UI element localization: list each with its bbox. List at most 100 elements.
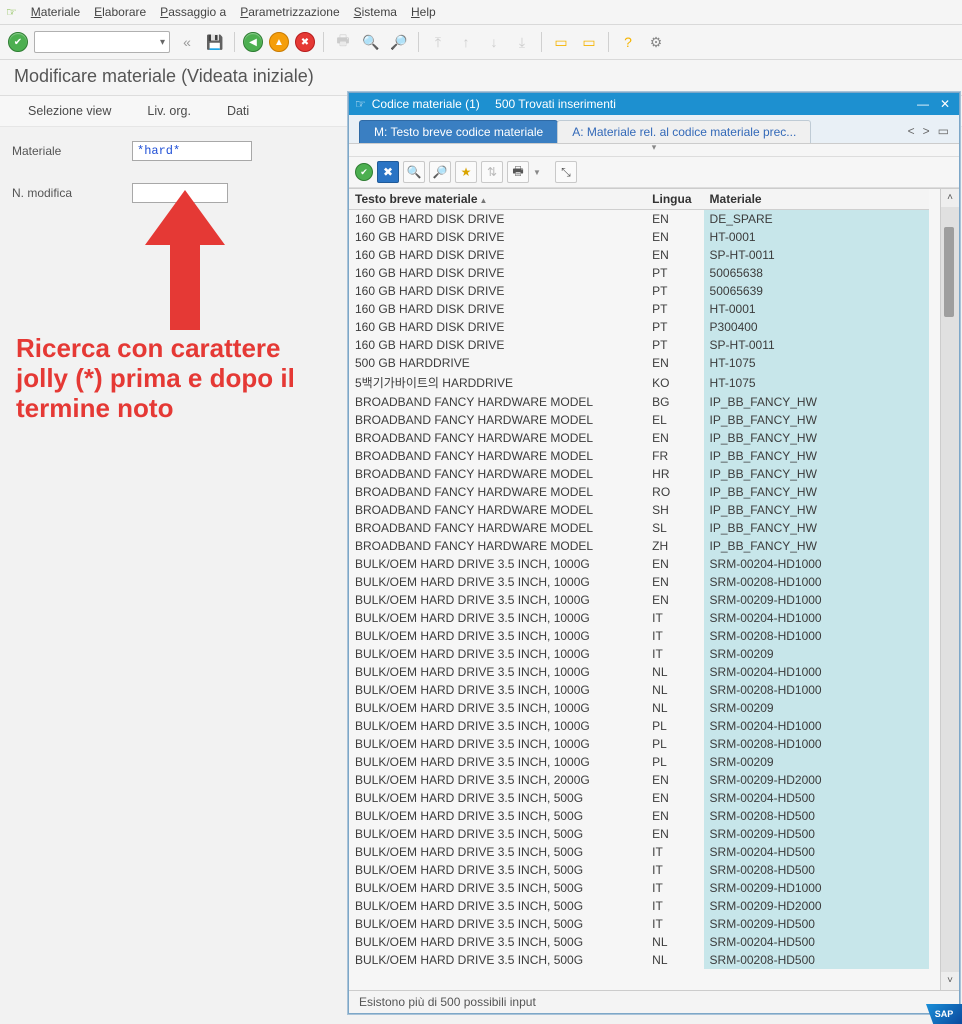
generate-shortcut-icon[interactable]: ▭ <box>578 31 600 53</box>
find-icon[interactable]: 🔍 <box>360 31 382 53</box>
tab-list-icon[interactable]: ▭ <box>938 124 949 138</box>
table-row[interactable]: 160 GB HARD DISK DRIVEPTSP-HT-0011 <box>349 336 929 354</box>
subbar-liv-org[interactable]: Liv. org. <box>147 104 191 118</box>
col-header-lingua[interactable]: Lingua <box>646 189 703 210</box>
table-row[interactable]: BULK/OEM HARD DRIVE 3.5 INCH, 1000GPLSRM… <box>349 753 929 771</box>
cell-materiale: SRM-00209-HD2000 <box>704 897 929 915</box>
table-row[interactable]: BROADBAND FANCY HARDWARE MODELSHIP_BB_FA… <box>349 501 929 519</box>
table-row[interactable]: BULK/OEM HARD DRIVE 3.5 INCH, 500GITSRM-… <box>349 897 929 915</box>
scroll-up-icon[interactable]: ˄ <box>947 189 953 207</box>
back-all-icon[interactable]: « <box>176 31 198 53</box>
prev-page-icon[interactable]: ↑ <box>455 31 477 53</box>
exit-button[interactable]: ▲ <box>269 32 289 52</box>
tab-scroll-right-icon[interactable]: > <box>923 124 930 138</box>
table-row[interactable]: BULK/OEM HARD DRIVE 3.5 INCH, 500GITSRM-… <box>349 843 929 861</box>
table-row[interactable]: BULK/OEM HARD DRIVE 3.5 INCH, 500GITSRM-… <box>349 879 929 897</box>
table-row[interactable]: BULK/OEM HARD DRIVE 3.5 INCH, 500GENSRM-… <box>349 789 929 807</box>
table-row[interactable]: BULK/OEM HARD DRIVE 3.5 INCH, 500GNLSRM-… <box>349 951 929 969</box>
table-row[interactable]: BROADBAND FANCY HARDWARE MODELFRIP_BB_FA… <box>349 447 929 465</box>
find-icon[interactable]: 🔍 <box>403 161 425 183</box>
table-row[interactable]: BULK/OEM HARD DRIVE 3.5 INCH, 1000GNLSRM… <box>349 681 929 699</box>
enter-button[interactable]: ✔ <box>8 32 28 52</box>
find-next-icon[interactable]: 🔎 <box>388 31 410 53</box>
table-row[interactable]: BULK/OEM HARD DRIVE 3.5 INCH, 500GENSRM-… <box>349 825 929 843</box>
help-icon[interactable]: ? <box>617 31 639 53</box>
menu-materiale[interactable]: Materiale <box>31 5 80 19</box>
col-header-materiale[interactable]: Materiale <box>704 189 929 210</box>
table-row[interactable]: BROADBAND FANCY HARDWARE MODELROIP_BB_FA… <box>349 483 929 501</box>
select-all-icon[interactable]: ⤡ <box>555 161 577 183</box>
popup-titlebar[interactable]: ☞ Codice materiale (1) 500 Trovati inser… <box>349 93 959 115</box>
print-icon[interactable]: 🖶 <box>507 161 529 183</box>
table-row[interactable]: BULK/OEM HARD DRIVE 3.5 INCH, 500GITSRM-… <box>349 861 929 879</box>
table-row[interactable]: BULK/OEM HARD DRIVE 3.5 INCH, 1000GNLSRM… <box>349 663 929 681</box>
table-row[interactable]: BULK/OEM HARD DRIVE 3.5 INCH, 500GITSRM-… <box>349 915 929 933</box>
new-session-icon[interactable]: ▭ <box>550 31 572 53</box>
table-row[interactable]: BULK/OEM HARD DRIVE 3.5 INCH, 1000GPLSRM… <box>349 735 929 753</box>
find-next-icon[interactable]: 🔎 <box>429 161 451 183</box>
tab-scroll-left-icon[interactable]: < <box>908 124 915 138</box>
save-icon[interactable]: 💾 <box>204 31 226 53</box>
restriction-collapse-icon[interactable] <box>349 144 959 157</box>
table-row[interactable]: BULK/OEM HARD DRIVE 3.5 INCH, 1000GPLSRM… <box>349 717 929 735</box>
table-row[interactable]: BROADBAND FANCY HARDWARE MODELZHIP_BB_FA… <box>349 537 929 555</box>
table-row[interactable]: BULK/OEM HARD DRIVE 3.5 INCH, 1000GNLSRM… <box>349 699 929 717</box>
table-row[interactable]: 160 GB HARD DISK DRIVEENDE_SPARE <box>349 210 929 229</box>
back-button[interactable]: ◀ <box>243 32 263 52</box>
print-dropdown-icon[interactable]: ▼ <box>533 168 541 177</box>
menu-parametrizzazione[interactable]: Parametrizzazione <box>240 5 339 19</box>
menu-elaborare[interactable]: Elaborare <box>94 5 146 19</box>
table-row[interactable]: BULK/OEM HARD DRIVE 3.5 INCH, 1000GITSRM… <box>349 645 929 663</box>
col-header-testo[interactable]: Testo breve materiale▲ <box>349 189 646 210</box>
materiale-input[interactable] <box>132 141 252 161</box>
minimize-icon[interactable]: — <box>915 97 931 111</box>
personal-list-icon[interactable]: ★ <box>455 161 477 183</box>
last-page-icon[interactable]: ⤓ <box>511 31 533 53</box>
tab-testo-breve[interactable]: M: Testo breve codice materiale <box>359 120 558 143</box>
table-row[interactable]: 5백기가바이트의 HARDDRIVEKOHT-1075 <box>349 372 929 393</box>
table-row[interactable]: BULK/OEM HARD DRIVE 3.5 INCH, 2000GENSRM… <box>349 771 929 789</box>
table-row[interactable]: BROADBAND FANCY HARDWARE MODELSLIP_BB_FA… <box>349 519 929 537</box>
table-row[interactable]: 160 GB HARD DISK DRIVEPT50065638 <box>349 264 929 282</box>
table-row[interactable]: 160 GB HARD DISK DRIVEPTP300400 <box>349 318 929 336</box>
print-icon[interactable]: 🖶 <box>332 31 354 53</box>
table-row[interactable]: BULK/OEM HARD DRIVE 3.5 INCH, 1000GITSRM… <box>349 627 929 645</box>
table-row[interactable]: BULK/OEM HARD DRIVE 3.5 INCH, 1000GITSRM… <box>349 609 929 627</box>
table-row[interactable]: BULK/OEM HARD DRIVE 3.5 INCH, 1000GENSRM… <box>349 555 929 573</box>
close-icon[interactable]: ✕ <box>937 97 953 111</box>
cell-materiale: IP_BB_FANCY_HW <box>704 429 929 447</box>
cancel-button[interactable]: ✖ <box>295 32 315 52</box>
table-row[interactable]: BULK/OEM HARD DRIVE 3.5 INCH, 500GNLSRM-… <box>349 933 929 951</box>
cell-materiale: SRM-00208-HD1000 <box>704 681 929 699</box>
table-row[interactable]: 160 GB HARD DISK DRIVEENHT-0001 <box>349 228 929 246</box>
table-row[interactable]: BROADBAND FANCY HARDWARE MODELBGIP_BB_FA… <box>349 393 929 411</box>
scroll-thumb[interactable] <box>944 227 954 317</box>
next-page-icon[interactable]: ↓ <box>483 31 505 53</box>
command-field[interactable]: ▾ <box>34 31 170 53</box>
subbar-dati[interactable]: Dati <box>227 104 249 118</box>
table-row[interactable]: BROADBAND FANCY HARDWARE MODELELIP_BB_FA… <box>349 411 929 429</box>
tab-materiale-rel[interactable]: A: Materiale rel. al codice materiale pr… <box>557 120 811 143</box>
table-row[interactable]: BULK/OEM HARD DRIVE 3.5 INCH, 1000GENSRM… <box>349 573 929 591</box>
subbar-selezione-view[interactable]: Selezione view <box>28 104 111 118</box>
menu-help[interactable]: Help <box>411 5 436 19</box>
first-page-icon[interactable]: ⤒ <box>427 31 449 53</box>
table-row[interactable]: BROADBAND FANCY HARDWARE MODELHRIP_BB_FA… <box>349 465 929 483</box>
table-row[interactable]: 160 GB HARD DISK DRIVEENSP-HT-0011 <box>349 246 929 264</box>
menu-sistema[interactable]: Sistema <box>354 5 397 19</box>
table-row[interactable]: 500 GB HARDDRIVEENHT-1075 <box>349 354 929 372</box>
sort-icon[interactable]: ⇅ <box>481 161 503 183</box>
vertical-scrollbar[interactable]: ˄ ˅ <box>940 189 959 990</box>
scroll-down-icon[interactable]: ˅ <box>947 972 953 990</box>
customize-icon[interactable]: ⚙ <box>645 31 667 53</box>
table-row[interactable]: BULK/OEM HARD DRIVE 3.5 INCH, 1000GENSRM… <box>349 591 929 609</box>
nmodifica-input[interactable] <box>132 183 228 203</box>
table-row[interactable]: BULK/OEM HARD DRIVE 3.5 INCH, 500GENSRM-… <box>349 807 929 825</box>
cell-testo: BULK/OEM HARD DRIVE 3.5 INCH, 500G <box>349 915 646 933</box>
new-search-button[interactable]: ✖ <box>377 161 399 183</box>
table-row[interactable]: BROADBAND FANCY HARDWARE MODELENIP_BB_FA… <box>349 429 929 447</box>
table-row[interactable]: 160 GB HARD DISK DRIVEPT50065639 <box>349 282 929 300</box>
menu-passaggio-a[interactable]: Passaggio a <box>160 5 226 19</box>
accept-button[interactable]: ✔ <box>355 163 373 181</box>
table-row[interactable]: 160 GB HARD DISK DRIVEPTHT-0001 <box>349 300 929 318</box>
